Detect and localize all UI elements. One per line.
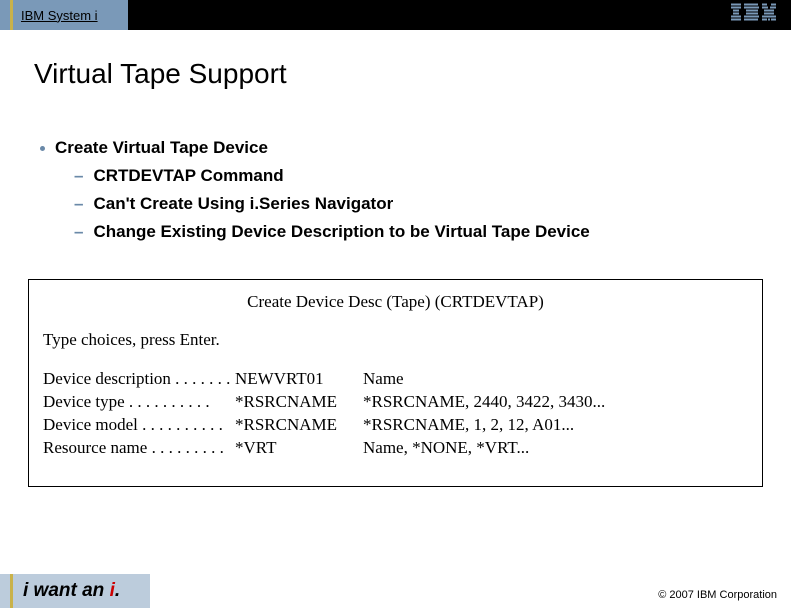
terminal-row: Resource name . . . . . . . . . *VRT Nam… [43,437,748,460]
sub-item-text: Can't Create Using i.Series Navigator [93,192,393,216]
accent-bar [10,0,13,30]
term-field-label: Device model . . . . . . . . . . [43,414,235,437]
sub-list: – CRTDEVTAP Command – Can't Create Using… [34,164,757,243]
term-field-value: NEWVRT01 [235,368,363,391]
bullet-icon [40,146,45,151]
terminal-row: Device description . . . . . . . NEWVRT0… [43,368,748,391]
term-field-help: *RSRCNAME, 2440, 3422, 3430... [363,391,748,414]
sub-item-text: CRTDEVTAP Command [93,164,283,188]
dash-icon: – [74,220,83,244]
term-field-label: Device description . . . . . . . [43,368,235,391]
term-field-help: Name, *NONE, *VRT... [363,437,748,460]
footer: i want an i. © 2007 IBM Corporation [0,573,791,609]
dash-icon: – [74,164,83,188]
term-field-value: *RSRCNAME [235,414,363,437]
term-field-label: Resource name . . . . . . . . . [43,437,235,460]
term-field-value: *VRT [235,437,363,460]
bullet-main: Create Virtual Tape Device [34,138,757,158]
terminal-row: Device model . . . . . . . . . . *RSRCNA… [43,414,748,437]
ibm-logo-icon [731,4,777,27]
top-bar: IBM System i [0,0,791,30]
page-title: Virtual Tape Support [34,58,757,90]
term-field-help: *RSRCNAME, 1, 2, 12, A01... [363,414,748,437]
sub-item-text: Change Existing Device Description to be… [93,220,589,244]
terminal-title: Create Device Desc (Tape) (CRTDEVTAP) [43,292,748,312]
terminal-instruction: Type choices, press Enter. [43,330,748,350]
terminal-row: Device type . . . . . . . . . . *RSRCNAM… [43,391,748,414]
sub-item: – Change Existing Device Description to … [74,220,757,244]
term-field-help: Name [363,368,748,391]
tagline-post: . [115,580,120,601]
footer-tagline: i want an i. [0,574,150,608]
sub-item: – CRTDEVTAP Command [74,164,757,188]
term-field-label: Device type . . . . . . . . . . [43,391,235,414]
dash-icon: – [74,192,83,216]
bullet-main-text: Create Virtual Tape Device [55,138,268,158]
copyright: © 2007 IBM Corporation [658,589,777,601]
system-label: IBM System i [21,8,98,23]
sub-item: – Can't Create Using i.Series Navigator [74,192,757,216]
term-field-value: *RSRCNAME [235,391,363,414]
accent-bar [10,574,13,608]
tagline-pre: i want an [23,580,110,601]
topbar-accent: IBM System i [0,0,128,30]
terminal-panel: Create Device Desc (Tape) (CRTDEVTAP) Ty… [28,279,763,487]
slide-content: Virtual Tape Support Create Virtual Tape… [0,30,791,243]
